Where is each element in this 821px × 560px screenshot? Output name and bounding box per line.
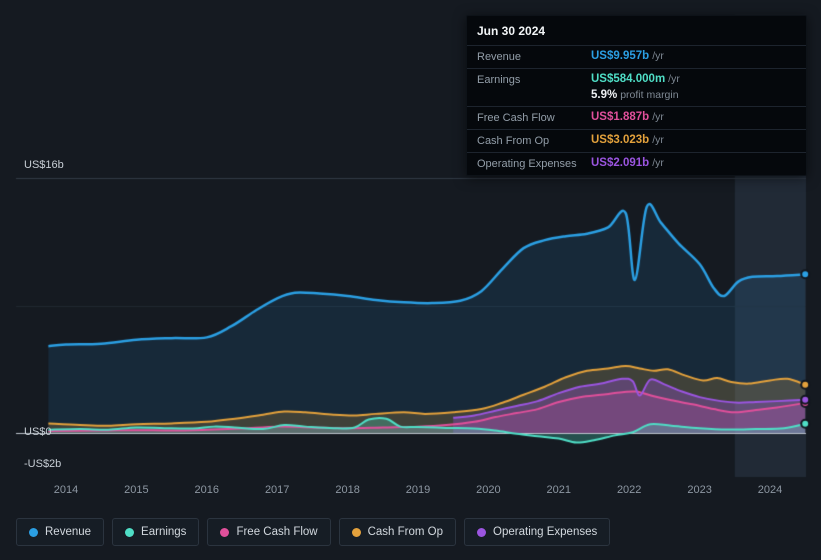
y-axis-label-16: US$16b xyxy=(24,159,64,171)
tooltip-row-value: US$3.023b xyxy=(591,134,650,146)
x-axis-label-2023: 2023 xyxy=(687,484,712,496)
tooltip-row-free-cash-flow: Free Cash Flow US$1.887b/yr xyxy=(467,106,806,129)
tooltip-row-value: US$584.000m xyxy=(591,73,666,85)
x-axis-label-2017: 2017 xyxy=(264,484,290,496)
chart-tooltip: Jun 30 2024 Revenue US$9.957b/yr Earnings U… xyxy=(466,15,807,176)
tooltip-date: Jun 30 2024 xyxy=(477,24,546,38)
tooltip-row-value: US$1.887b xyxy=(591,111,650,123)
tooltip-row-suffix: /yr xyxy=(652,134,664,146)
tooltip-row-value: US$2.091b xyxy=(591,157,650,169)
tooltip-row-suffix: /yr xyxy=(652,111,664,123)
tooltip-row-value: US$9.957b xyxy=(591,50,650,62)
tooltip-row-label: Operating Expenses xyxy=(477,158,577,170)
chart-legend: Revenue Earnings Free Cash Flow Cash From O… xyxy=(16,518,611,546)
tooltip-rows: Revenue US$9.957b/yr Earnings US$584.000m/y… xyxy=(467,45,806,175)
legend-item-cash-from-op[interactable]: Cash From Op xyxy=(338,518,457,546)
legend-item-free-cash-flow[interactable]: Free Cash Flow xyxy=(207,518,331,546)
tooltip-row-suffix: /yr xyxy=(652,50,664,62)
tooltip-row-label: Free Cash Flow xyxy=(477,112,555,124)
legend-label: Cash From Op xyxy=(367,526,444,538)
x-axis-label-2014: 2014 xyxy=(53,484,79,496)
legend-dot-revenue xyxy=(29,527,38,537)
tooltip-row-earnings: Earnings US$584.000m/yr 5.9% profit margin xyxy=(467,68,806,106)
legend-dot-earnings xyxy=(125,527,135,537)
legend-item-operating-expenses[interactable]: Operating Expenses xyxy=(464,518,611,546)
legend-label: Free Cash Flow xyxy=(236,526,318,538)
legend-dot-free-cash-flow xyxy=(220,527,230,537)
legend-item-revenue[interactable]: Revenue xyxy=(16,518,105,546)
tooltip-row-label: Revenue xyxy=(477,51,522,63)
x-axis-label-2018: 2018 xyxy=(335,484,360,496)
legend-label: Operating Expenses xyxy=(493,526,598,538)
profit-margin-value: 5.9% xyxy=(591,89,618,101)
y-axis-label--2: -US$2b xyxy=(24,457,62,470)
legend-label: Revenue xyxy=(45,526,92,538)
x-axis-label-2024: 2024 xyxy=(757,484,783,496)
x-axis-label-2020: 2020 xyxy=(476,484,501,496)
tooltip-row-label: Earnings xyxy=(477,74,521,86)
tooltip-row-suffix: /yr xyxy=(652,157,664,169)
x-axis-label-2022: 2022 xyxy=(616,484,642,496)
tooltip-row-operating-expenses: Operating Expenses US$2.091b/yr xyxy=(467,152,806,175)
y-axis-label-0: US$0 xyxy=(24,426,52,438)
x-axis-label-2016: 2016 xyxy=(194,484,220,496)
tooltip-row-revenue: Revenue US$9.957b/yr xyxy=(467,45,806,68)
legend-label: Earnings xyxy=(141,526,187,538)
x-axis-label-2021: 2021 xyxy=(546,484,572,496)
x-axis-label-2019: 2019 xyxy=(405,484,431,496)
tooltip-row-cash-from-op: Cash From Op US$3.023b/yr xyxy=(467,129,806,152)
tooltip-row-suffix: /yr xyxy=(668,73,680,85)
x-axis-label-2015: 2015 xyxy=(124,484,149,496)
legend-dot-operating-expenses xyxy=(477,527,487,537)
legend-item-earnings[interactable]: Earnings xyxy=(112,518,200,546)
profit-margin-label: profit margin xyxy=(620,89,679,101)
financial-history-panel: US$16b US$0 -US$2b 2014 2015 2016 2017 2018 201… xyxy=(0,0,821,560)
legend-dot-cash-from-op xyxy=(351,527,361,537)
tooltip-row-label: Cash From Op xyxy=(477,135,550,147)
